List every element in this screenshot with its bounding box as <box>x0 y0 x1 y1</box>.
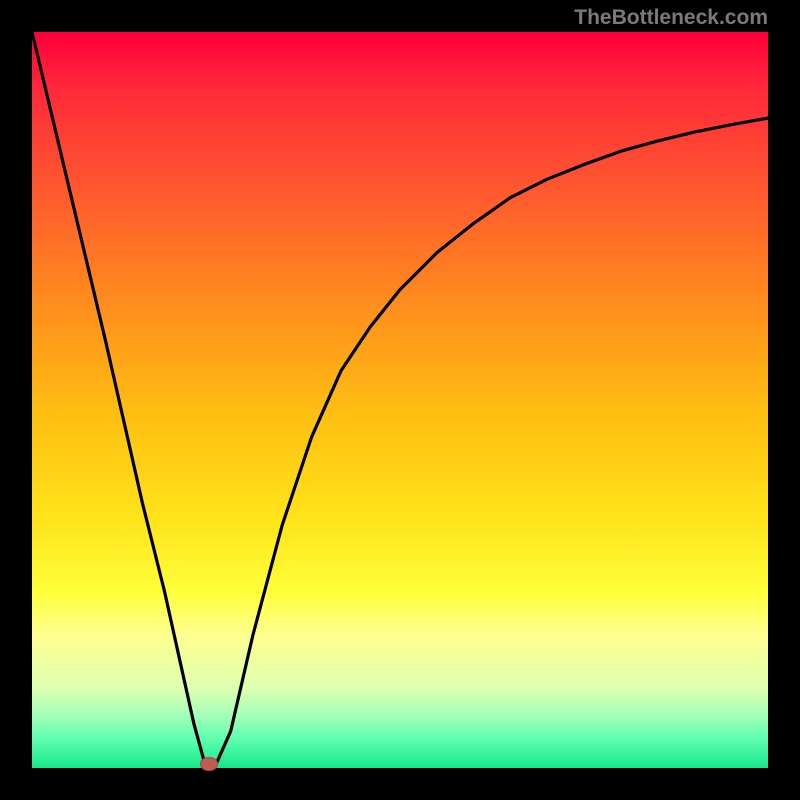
chart-plot-area <box>32 32 768 768</box>
chart-frame: TheBottleneck.com <box>0 0 800 800</box>
source-watermark: TheBottleneck.com <box>574 6 768 30</box>
min-marker-icon <box>200 757 218 771</box>
